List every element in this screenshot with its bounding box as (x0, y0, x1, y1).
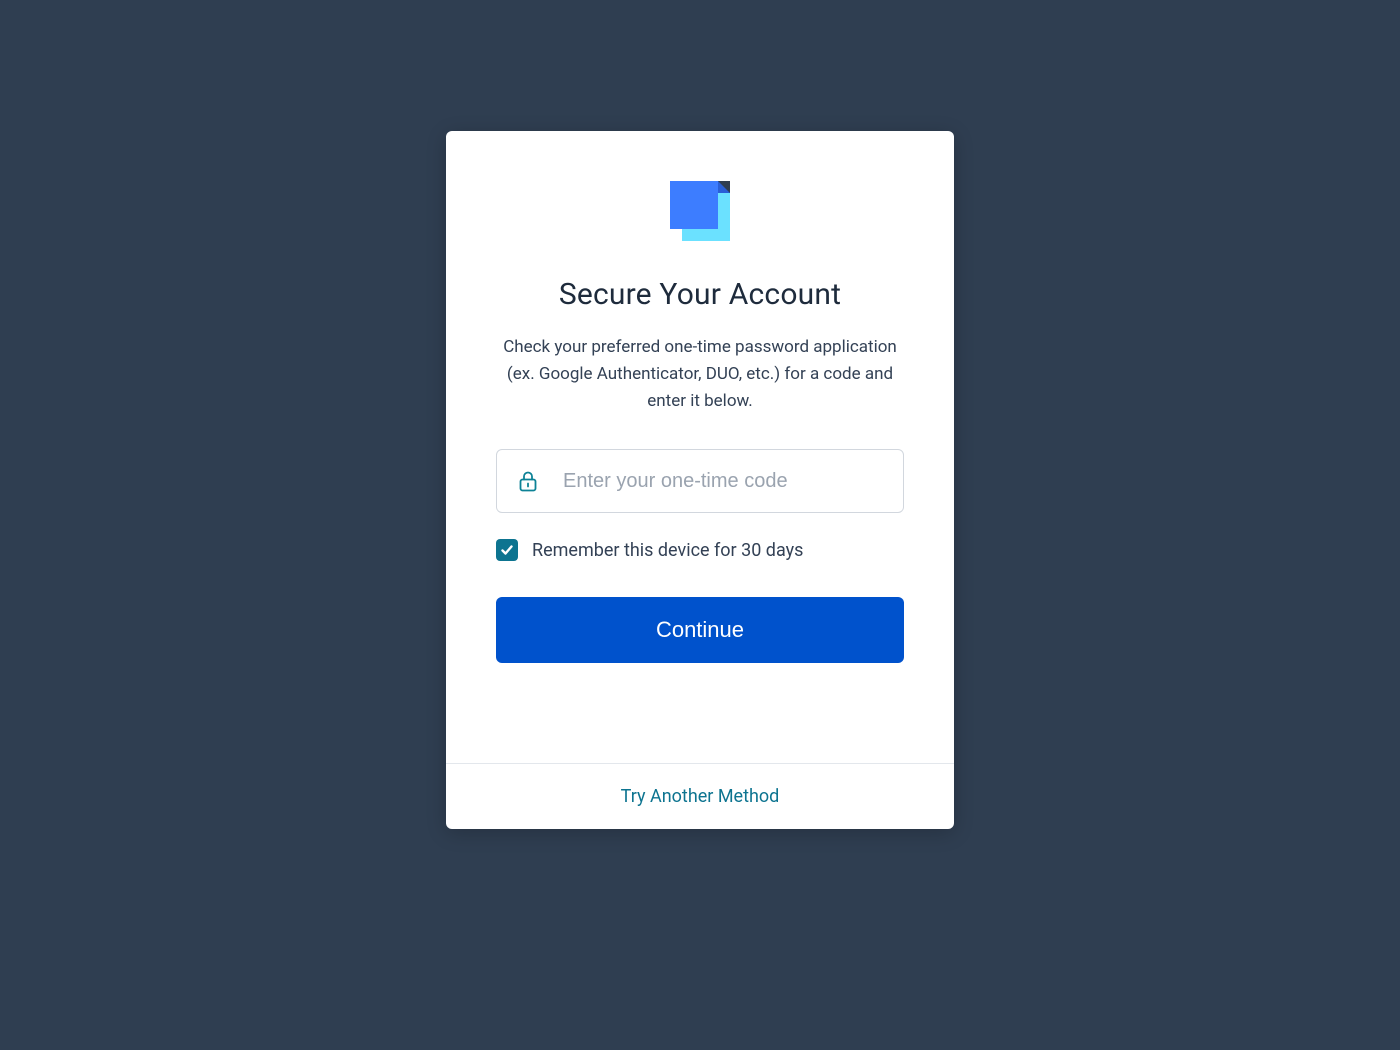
card-footer: Try Another Method (446, 763, 954, 829)
code-input-wrap (496, 449, 904, 513)
lock-icon (518, 470, 538, 492)
app-logo-icon (670, 181, 730, 241)
continue-button[interactable]: Continue (496, 597, 904, 663)
remember-device-label: Remember this device for 30 days (532, 540, 803, 561)
try-another-method-link[interactable]: Try Another Method (621, 786, 780, 807)
mfa-card: Secure Your Account Check your preferred… (446, 131, 954, 830)
page-title: Secure Your Account (496, 277, 904, 312)
remember-device-row: Remember this device for 30 days (496, 539, 904, 561)
checkmark-icon (500, 543, 514, 557)
card-body: Secure Your Account Check your preferred… (446, 131, 954, 764)
remember-device-checkbox[interactable] (496, 539, 518, 561)
instruction-text: Check your preferred one-time password a… (496, 334, 904, 416)
one-time-code-input[interactable] (496, 449, 904, 513)
